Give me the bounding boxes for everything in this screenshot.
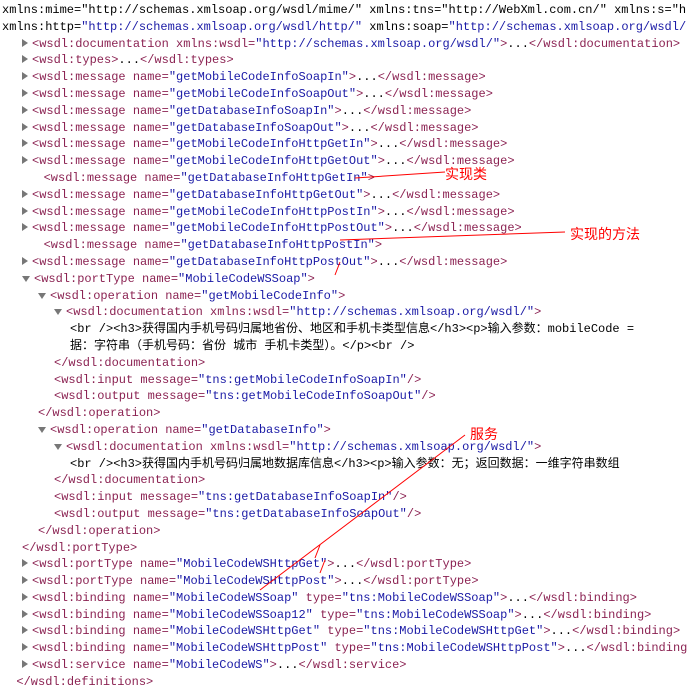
expand-icon[interactable] [22,207,28,215]
collapse-icon[interactable] [38,293,46,299]
xml-node: <wsdl:input message="tns:getMobileCodeIn… [2,372,685,389]
xml-node[interactable]: <wsdl:portType name="MobileCodeWSHttpGet… [2,556,685,573]
expand-icon[interactable] [22,39,28,47]
xml-node[interactable]: <wsdl:message name="getMobileCodeInfoSoa… [2,69,685,86]
xml-node: <wsdl:input message="tns:getDatabaseInfo… [2,489,685,506]
expand-icon[interactable] [22,72,28,80]
doc-text: 据：字符串（手机号码：省份 城市 手机卡类型）。</p><br /> [2,338,685,355]
xml-node[interactable]: <wsdl:portType name="MobileCodeWSSoap"> [2,271,685,288]
collapse-icon[interactable] [54,444,62,450]
expand-icon[interactable] [22,89,28,97]
xml-close: </wsdl:portType> [2,540,685,557]
expand-icon[interactable] [22,190,28,198]
xml-close: </wsdl:documentation> [2,472,685,489]
xml-node[interactable]: <wsdl:operation name="getMobileCodeInfo"… [2,288,685,305]
xml-node[interactable]: <wsdl:message name="getDatabaseInfoSoapI… [2,103,685,120]
xml-node[interactable]: <wsdl:portType name="MobileCodeWSHttpPos… [2,573,685,590]
xml-node[interactable]: <wsdl:message name="getMobileCodeInfoSoa… [2,86,685,103]
expand-icon[interactable] [22,257,28,265]
expand-icon[interactable] [22,139,28,147]
expand-icon[interactable] [22,626,28,634]
expand-icon[interactable] [22,660,28,668]
xml-node[interactable]: <wsdl:message name="getDatabaseInfoHttpP… [2,254,685,271]
annotation-class: 实现类 [445,165,487,185]
expand-icon[interactable] [22,106,28,114]
xml-node[interactable]: <wsdl:message name="getDatabaseInfoHttpG… [2,187,685,204]
xml-node[interactable]: <wsdl:message name="getMobileCodeInfoHtt… [2,136,685,153]
xml-line: xmlns:mime="http://schemas.xmlsoap.org/w… [2,2,685,19]
xml-node[interactable]: <wsdl:binding name="MobileCodeWSSoap12" … [2,607,685,624]
xml-node[interactable]: <wsdl:binding name="MobileCodeWSHttpGet"… [2,623,685,640]
xml-close: </wsdl:operation> [2,405,685,422]
xml-close: </wsdl:definitions> [2,674,685,691]
ns-decl: xmlns:mime="http://schemas.xmlsoap.org/w… [2,3,687,17]
xml-node[interactable]: <wsdl:message name="getDatabaseInfoSoapO… [2,120,685,137]
xml-node[interactable]: <wsdl:binding name="MobileCodeWSHttpPost… [2,640,685,657]
annotation-method: 实现的方法 [570,225,640,245]
xml-node[interactable]: <wsdl:message name="getMobileCodeInfoHtt… [2,204,685,221]
xml-close: </wsdl:documentation> [2,355,685,372]
expand-icon[interactable] [22,156,28,164]
xml-node[interactable]: <wsdl:documentation xmlns:wsdl="http://s… [2,36,685,53]
expand-icon[interactable] [22,576,28,584]
annotation-service: 服务 [470,425,498,445]
expand-icon[interactable] [22,123,28,131]
xml-node[interactable]: <wsdl:types>...</wsdl:types> [2,52,685,69]
xml-node[interactable]: <wsdl:service name="MobileCodeWS">...</w… [2,657,685,674]
expand-icon[interactable] [22,593,28,601]
xml-node[interactable]: <wsdl:binding name="MobileCodeWSSoap" ty… [2,590,685,607]
xml-node: <wsdl:output message="tns:getMobileCodeI… [2,388,685,405]
doc-text: <br /><h3>获得国内手机号码归属地省份、地区和手机卡类型信息</h3><… [2,321,685,338]
xml-node[interactable]: <wsdl:operation name="getDatabaseInfo"> [2,422,685,439]
xml-line: xmlns:http="http://schemas.xmlsoap.org/w… [2,19,685,36]
xml-node[interactable]: <wsdl:documentation xmlns:wsdl="http://s… [2,439,685,456]
collapse-icon[interactable] [54,309,62,315]
expand-icon[interactable] [22,55,28,63]
xml-node: <wsdl:message name="getDatabaseInfoHttpG… [2,170,685,187]
xml-node[interactable]: <wsdl:message name="getMobileCodeInfoHtt… [2,153,685,170]
collapse-icon[interactable] [38,427,46,433]
xml-node: <wsdl:output message="tns:getDatabaseInf… [2,506,685,523]
collapse-icon[interactable] [22,276,30,282]
xml-close: </wsdl:operation> [2,523,685,540]
xml-node[interactable]: <wsdl:documentation xmlns:wsdl="http://s… [2,304,685,321]
expand-icon[interactable] [22,643,28,651]
doc-text: <br /><h3>获得国内手机号码归属地数据库信息</h3><p>输入参数：无… [2,456,685,473]
expand-icon[interactable] [22,223,28,231]
expand-icon[interactable] [22,559,28,567]
